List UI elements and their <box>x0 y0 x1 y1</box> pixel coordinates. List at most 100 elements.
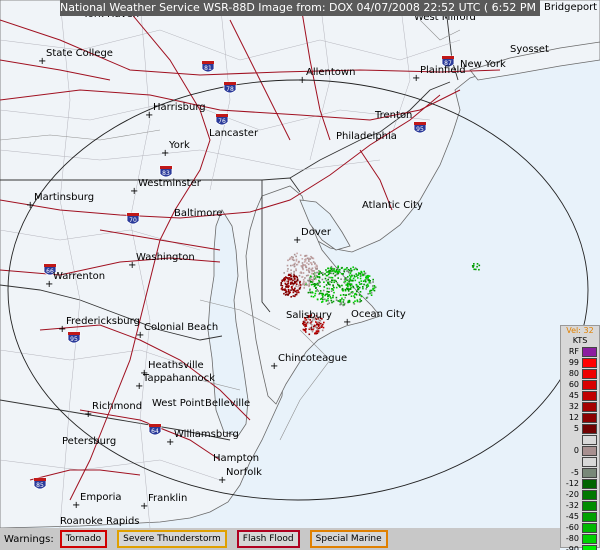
legend-row: -32 <box>561 500 599 511</box>
interstate-number: 83 <box>162 170 170 177</box>
radar-map: 8178877695837066956485 York HavenWest Mi… <box>0 0 600 528</box>
legend-value: -12 <box>565 479 579 488</box>
legend-swatch <box>582 357 597 368</box>
interstate-shield-icon: 83 <box>159 165 173 178</box>
warnings-label: Warnings: <box>4 533 54 545</box>
legend-swatch <box>582 511 597 522</box>
legend-value: RF <box>568 347 579 356</box>
city-label: Bridgeport <box>544 2 597 13</box>
legend-row: -90 <box>561 544 599 550</box>
legend-row: -80 <box>561 533 599 544</box>
legend-row: 45 <box>561 390 599 401</box>
city-label: Salisbury <box>286 310 332 321</box>
city-label: Belleville <box>205 398 250 409</box>
legend-value: -90 <box>565 545 579 550</box>
legend-swatch <box>582 478 597 489</box>
city-label: Lancaster <box>209 128 259 139</box>
city-label: Martinsburg <box>34 192 94 203</box>
legend-row: RF <box>561 346 599 357</box>
interstate-number: 78 <box>226 86 234 93</box>
legend-value: -32 <box>565 501 579 510</box>
legend-swatch <box>582 401 597 412</box>
city-new-york: New York <box>460 59 506 70</box>
legend-value: 5 <box>573 424 579 433</box>
legend-value: 60 <box>568 380 579 389</box>
interstate-shield-icon: 95 <box>67 331 81 344</box>
velocity-legend: Vel: 32 KTS RF 99 80 60 45 32 12 5 0 -5 -12 -20 -32 -… <box>560 325 600 550</box>
city-label: Norfolk <box>226 467 262 478</box>
legend-row <box>561 434 599 445</box>
city-label: New York <box>460 59 506 70</box>
city-label: York <box>168 140 190 151</box>
legend-value: -5 <box>571 468 579 477</box>
legend-swatch <box>582 544 597 550</box>
legend-row: -20 <box>561 489 599 500</box>
interstate-shield-icon: 81 <box>201 60 215 73</box>
interstate-number: 64 <box>151 428 159 435</box>
legend-value: 12 <box>568 413 579 422</box>
legend-swatch <box>582 379 597 390</box>
radar-viewer: 8178877695837066956485 York HavenWest Mi… <box>0 0 600 550</box>
legend-value: -80 <box>565 534 579 543</box>
city-lancaster: Lancaster <box>209 128 259 139</box>
city-label: Williamsburg <box>174 429 239 440</box>
city-west-point: West Point <box>152 398 205 409</box>
city-label: Harrisburg <box>153 102 206 113</box>
city-label: Allentown <box>306 67 355 78</box>
legend-row: 5 <box>561 423 599 434</box>
special-marine-warning-button[interactable]: Special Marine <box>309 530 388 548</box>
legend-velocity-header: Vel: 32 <box>566 326 594 335</box>
city-atlantic-city: Atlantic City <box>362 200 423 211</box>
city-label: Fredericksburg <box>66 316 140 327</box>
legend-value: -45 <box>565 512 579 521</box>
city-label: Chincoteague <box>278 353 347 364</box>
legend-row <box>561 456 599 467</box>
legend-swatch <box>582 412 597 423</box>
legend-swatch <box>582 434 597 445</box>
interstate-shield-icon: 64 <box>148 423 162 436</box>
legend-row: 12 <box>561 412 599 423</box>
tornado-warning-button[interactable]: Tornado <box>59 530 108 548</box>
legend-row: -60 <box>561 522 599 533</box>
interstate-shield-icon: 78 <box>223 81 237 94</box>
city-label: Richmond <box>92 401 142 412</box>
city-hampton: Hampton <box>213 453 259 464</box>
legend-swatch <box>582 533 597 544</box>
city-label: State College <box>46 48 113 59</box>
legend-swatch <box>582 368 597 379</box>
legend-row: -5 <box>561 467 599 478</box>
city-label: Warrenton <box>53 271 105 282</box>
interstate-number: 70 <box>129 217 137 224</box>
city-label: Petersburg <box>62 436 116 447</box>
legend-swatch <box>582 423 597 434</box>
city-label: Ocean City <box>351 309 406 320</box>
city-label: Roanoke Rapids <box>60 516 140 527</box>
city-label: Tappahannock <box>142 373 215 384</box>
interstate-number: 76 <box>218 118 226 125</box>
interstate-number: 95 <box>70 336 78 343</box>
legend-row: 99 <box>561 357 599 368</box>
legend-row: 60 <box>561 379 599 390</box>
city-label: Washington <box>136 252 195 263</box>
city-label: Emporia <box>80 492 122 503</box>
flash-flood-warning-button[interactable]: Flash Flood <box>236 530 300 548</box>
city-label: Syosset <box>510 44 549 55</box>
legend-value: -60 <box>565 523 579 532</box>
city-label: Baltimore <box>174 208 222 219</box>
legend-swatch <box>582 522 597 533</box>
legend-value: 45 <box>568 391 579 400</box>
city-label: Heathsville <box>148 360 204 371</box>
legend-rows: RF99806045321250-5-12-20-32-45-60-80-90N… <box>561 346 599 550</box>
city-label: Dover <box>301 227 332 238</box>
city-salisbury: Salisbury <box>286 310 332 321</box>
legend-value: 32 <box>568 402 579 411</box>
legend-swatch <box>582 390 597 401</box>
city-label: Colonial Beach <box>144 322 218 333</box>
legend-row: -45 <box>561 511 599 522</box>
interstate-shield-icon: 70 <box>126 212 140 225</box>
legend-swatch <box>582 346 597 357</box>
legend-unit: KTS <box>572 336 588 345</box>
severe-thunderstorm-warning-button[interactable]: Severe Thunderstorm <box>117 530 227 548</box>
interstate-shield-icon: 85 <box>33 477 47 490</box>
city-label: Plainfield <box>420 65 466 76</box>
